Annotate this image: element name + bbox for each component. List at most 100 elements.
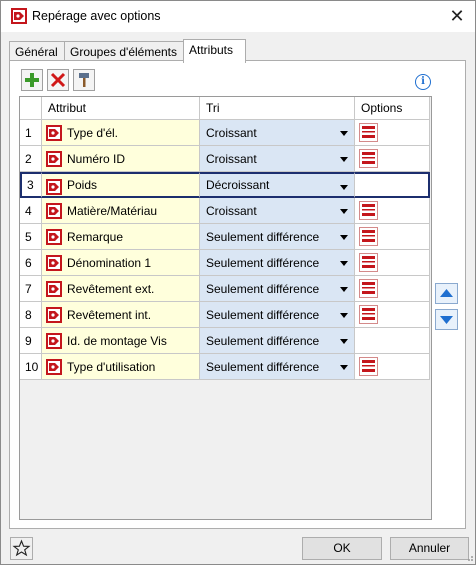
abc-123-icon[interactable]: [359, 149, 378, 168]
attribute-icon: [46, 151, 62, 167]
sort-dropdown[interactable]: Seulement différence: [200, 354, 355, 380]
abc-123-icon[interactable]: [359, 201, 378, 220]
favorite-button[interactable]: [10, 537, 33, 560]
row-number: 4: [20, 198, 42, 224]
table-row[interactable]: 6 Dénomination 1 Seulement différence: [20, 250, 431, 276]
abc-123-icon[interactable]: [359, 123, 378, 142]
attribute-icon: [46, 203, 62, 219]
app-icon: [11, 8, 27, 24]
table-row[interactable]: 4 Matière/Matériau Croissant: [20, 198, 431, 224]
close-icon[interactable]: ✕: [445, 7, 469, 27]
tab-general[interactable]: Général: [9, 41, 65, 62]
attribute-cell[interactable]: Remarque: [42, 224, 200, 250]
arrow-up-icon: [440, 289, 453, 297]
options-cell[interactable]: [355, 172, 430, 198]
star-icon: [12, 539, 31, 557]
abc-123-icon[interactable]: [359, 357, 378, 376]
sort-value: Seulement différence: [206, 334, 320, 348]
attribute-cell[interactable]: Type d'utilisation: [42, 354, 200, 380]
table-row[interactable]: 8 Revêtement int. Seulement différence: [20, 302, 431, 328]
cancel-button[interactable]: Annuler: [390, 537, 469, 560]
attribute-label: Id. de montage Vis: [67, 334, 167, 348]
table-row[interactable]: 9 Id. de montage Vis Seulement différence: [20, 328, 431, 354]
tab-groupes-elements[interactable]: Groupes d'éléments: [64, 41, 184, 62]
sort-value: Seulement différence: [206, 360, 320, 374]
attribute-icon: [46, 255, 62, 271]
dropdown-arrow-icon: [340, 235, 348, 240]
options-cell[interactable]: [355, 354, 430, 380]
dropdown-arrow-icon: [340, 131, 348, 136]
options-cell[interactable]: [355, 146, 430, 172]
sort-value: Décroissant: [206, 178, 270, 192]
options-cell[interactable]: [355, 198, 430, 224]
options-cell[interactable]: [355, 120, 430, 146]
delete-button[interactable]: [47, 69, 69, 91]
column-header-attribut[interactable]: Attribut: [42, 97, 200, 120]
sort-value: Seulement différence: [206, 256, 320, 270]
sort-dropdown[interactable]: Seulement différence: [200, 250, 355, 276]
attribute-label: Type d'utilisation: [67, 360, 156, 374]
sort-value: Croissant: [206, 152, 257, 166]
attribute-label: Poids: [67, 178, 98, 192]
table-row[interactable]: 7 Revêtement ext. Seulement différence: [20, 276, 431, 302]
dropdown-arrow-icon: [340, 261, 348, 266]
abc-123-icon[interactable]: [359, 253, 378, 272]
row-number: 3: [20, 172, 42, 198]
tab-attributs[interactable]: Attributs: [183, 39, 246, 63]
options-cell[interactable]: [355, 328, 430, 354]
add-button[interactable]: [21, 69, 43, 91]
table-row[interactable]: 1 Type d'él. Croissant: [20, 120, 431, 146]
sort-value: Seulement différence: [206, 308, 320, 322]
sort-dropdown[interactable]: Seulement différence: [200, 302, 355, 328]
options-cell[interactable]: [355, 224, 430, 250]
resize-grip-icon[interactable]: [464, 552, 474, 562]
row-number: 7: [20, 276, 42, 302]
attribute-cell[interactable]: Revêtement ext.: [42, 276, 200, 302]
row-number-header: [20, 97, 42, 120]
attribute-icon: [46, 229, 62, 245]
sort-dropdown[interactable]: Croissant: [200, 198, 355, 224]
sort-dropdown[interactable]: Seulement différence: [200, 224, 355, 250]
attribute-cell[interactable]: Dénomination 1: [42, 250, 200, 276]
abc-123-icon[interactable]: [359, 279, 378, 298]
move-up-button[interactable]: [435, 283, 458, 304]
column-header-tri[interactable]: Tri: [200, 97, 355, 120]
attribute-cell[interactable]: Numéro ID: [42, 146, 200, 172]
sort-dropdown[interactable]: Seulement différence: [200, 276, 355, 302]
column-header-options[interactable]: Options: [355, 97, 430, 120]
move-down-button[interactable]: [435, 309, 458, 330]
attribute-cell[interactable]: Type d'él.: [42, 120, 200, 146]
table-row[interactable]: 2 Numéro ID Croissant: [20, 146, 431, 172]
info-icon[interactable]: i: [415, 74, 431, 90]
dropdown-arrow-icon: [340, 157, 348, 162]
dropdown-arrow-icon: [340, 365, 348, 370]
sort-dropdown[interactable]: Croissant: [200, 146, 355, 172]
sort-value: Seulement différence: [206, 230, 320, 244]
attribute-label: Revêtement ext.: [67, 282, 155, 296]
row-number: 8: [20, 302, 42, 328]
options-cell[interactable]: [355, 250, 430, 276]
abc-123-icon[interactable]: [359, 305, 378, 324]
options-cell[interactable]: [355, 302, 430, 328]
table-row[interactable]: 10 Type d'utilisation Seulement différence: [20, 354, 431, 380]
ok-button[interactable]: OK: [302, 537, 382, 560]
table-row[interactable]: 5 Remarque Seulement différence: [20, 224, 431, 250]
abc-123-icon[interactable]: [359, 227, 378, 246]
sort-dropdown[interactable]: Croissant: [200, 120, 355, 146]
dropdown-arrow-icon: [340, 313, 348, 318]
sort-value: Seulement différence: [206, 282, 320, 296]
row-number: 9: [20, 328, 42, 354]
sort-dropdown[interactable]: Décroissant: [200, 172, 355, 198]
options-cell[interactable]: [355, 276, 430, 302]
attribute-cell[interactable]: Poids: [42, 172, 200, 198]
sort-dropdown[interactable]: Seulement différence: [200, 328, 355, 354]
attribute-icon: [46, 307, 62, 323]
attribute-icon: [46, 359, 62, 375]
attribute-cell[interactable]: Id. de montage Vis: [42, 328, 200, 354]
add-green-plus-icon: [25, 73, 39, 87]
table-row[interactable]: 3 Poids Décroissant: [20, 172, 431, 198]
edit-button[interactable]: [73, 69, 95, 91]
attribute-cell[interactable]: Revêtement int.: [42, 302, 200, 328]
attribute-cell[interactable]: Matière/Matériau: [42, 198, 200, 224]
sort-value: Croissant: [206, 126, 257, 140]
